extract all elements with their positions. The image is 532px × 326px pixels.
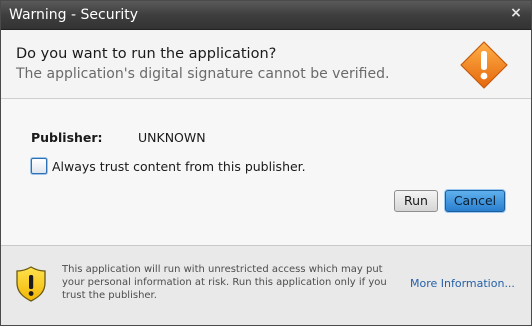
more-information-link[interactable]: More Information... [410, 277, 515, 290]
publisher-label: Publisher: [31, 130, 103, 145]
dialog-subtext: The application's digital signature cann… [16, 66, 390, 82]
security-warning-dialog: Warning - Security × Do you want to run … [0, 0, 532, 326]
trust-publisher-label[interactable]: Always trust content from this publisher… [52, 159, 306, 174]
dialog-footer: This application will run with unrestric… [1, 245, 531, 325]
dialog-body: Publisher: UNKNOWN Always trust content … [1, 99, 531, 245]
dialog-question: Do you want to run the application? [16, 46, 277, 62]
shield-warning-icon [16, 266, 46, 302]
cancel-button[interactable]: Cancel [445, 190, 505, 212]
window-title: Warning - Security [9, 7, 139, 23]
run-button[interactable]: Run [394, 190, 438, 212]
publisher-value: UNKNOWN [138, 130, 206, 145]
title-bar[interactable]: Warning - Security × [1, 1, 531, 30]
risk-message: This application will run with unrestric… [62, 264, 387, 301]
warning-diamond-icon [460, 41, 508, 89]
dialog-header: Do you want to run the application? The … [1, 30, 531, 99]
close-icon[interactable]: × [509, 5, 523, 21]
trust-publisher-checkbox[interactable] [31, 158, 47, 174]
